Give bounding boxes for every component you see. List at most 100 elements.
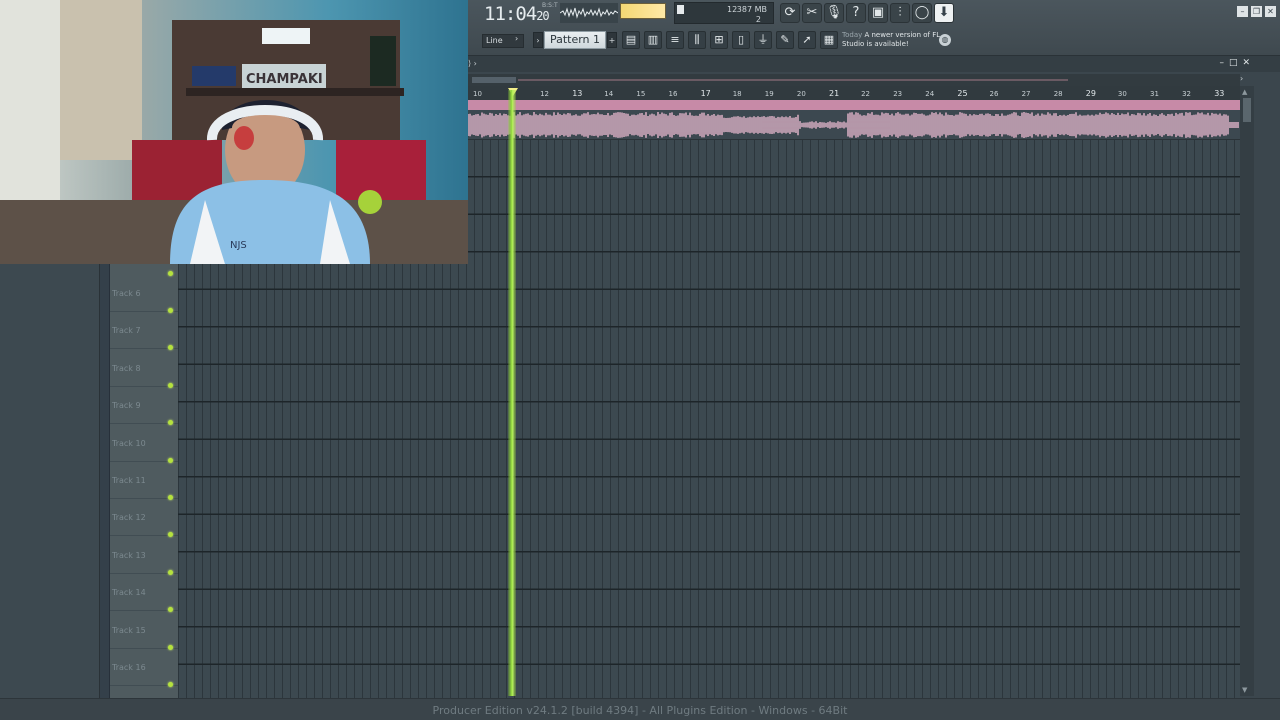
timeline-bar-label: 10 <box>473 90 482 98</box>
cpu-value: 12 <box>727 5 738 14</box>
song-position-display[interactable]: 11:0420 <box>484 3 550 25</box>
horizontal-scrollbar[interactable] <box>468 74 1240 86</box>
playlist-picker-panel[interactable] <box>0 262 100 698</box>
timeline-bar-label: 21 <box>829 89 840 98</box>
news-panel[interactable]: Today A newer version of FL Studio is av… <box>842 31 952 49</box>
webcam-overlay: CHAMPAKI NJS <box>0 0 468 264</box>
piano-roll-icon[interactable]: ▥ <box>644 31 662 49</box>
restore-icon[interactable]: ❐ <box>1251 6 1262 17</box>
minimize-icon[interactable]: – <box>1237 6 1248 17</box>
track-header[interactable]: Track 13 <box>110 537 178 575</box>
track-header[interactable]: Track 6 <box>110 275 178 313</box>
save-icon[interactable]: ▣ <box>868 3 888 23</box>
shop-icon[interactable]: ▦ <box>820 31 838 49</box>
timeline-bar-label: 23 <box>893 90 903 98</box>
timeline-bar-label: 31 <box>1150 90 1159 98</box>
scroll-thumb[interactable] <box>472 77 516 83</box>
timeline-bar-label: 16 <box>668 90 678 98</box>
version-text: Producer Edition v24.1.2 [build 4394] - … <box>432 704 848 717</box>
plugin-picker-icon[interactable]: ▯ <box>732 31 750 49</box>
track-header[interactable]: Track 9 <box>110 387 178 426</box>
pattern-selector[interactable]: Pattern 1 <box>544 31 606 49</box>
news-today-label: Today <box>842 31 863 39</box>
snap-dropdown-icon[interactable]: › <box>515 34 518 43</box>
waveform-path <box>467 112 1239 138</box>
playlist-close-icon[interactable]: ✕ <box>1242 59 1250 68</box>
playlist-titlebar: ⟩ › – □ ✕ <box>468 56 1280 72</box>
chat-icon[interactable]: ◯ <box>912 3 932 23</box>
track-header[interactable]: Track 14 <box>110 574 178 613</box>
record-audio-icon[interactable]: 🎙 <box>824 3 844 23</box>
timeline-bar-label: 20 <box>796 90 806 98</box>
track-mute-led[interactable] <box>168 682 173 687</box>
help-icon[interactable]: ? <box>846 3 866 23</box>
audio-clip-header[interactable] <box>468 100 1240 110</box>
shirt-text: NJS <box>230 240 247 251</box>
plug-icon[interactable]: ⏚ <box>754 31 772 49</box>
timeline-bar-label: 15 <box>636 90 646 98</box>
wall-sign: CHAMPAKI <box>246 72 323 87</box>
track-header[interactable]: Track 8 <box>110 350 178 388</box>
timeline-bar-label: 22 <box>861 90 871 98</box>
tempo-tap-icon[interactable]: ⟳ <box>780 3 800 23</box>
playlist-icon[interactable]: ▤ <box>622 31 640 49</box>
oscilloscope <box>559 3 619 23</box>
track-name: Track 7 <box>112 326 141 336</box>
status-bar: Producer Edition v24.1.2 [build 4394] - … <box>0 698 1280 720</box>
timeline-ruler[interactable]: 10 12 13 14 15 16 17 18 19 20 21 22 23 24 25 26 27 28 29 30… <box>468 86 1240 100</box>
track-name: Track 15 <box>112 625 146 635</box>
globe-icon[interactable]: ◍ <box>939 34 951 46</box>
playhead[interactable] <box>508 90 516 696</box>
screen: { "toolbar": { "clock_main": "11:04", "c… <box>0 0 1280 720</box>
track-name: Track 9 <box>112 401 141 411</box>
scroll-up-icon[interactable]: ▲ <box>1242 88 1247 96</box>
timeline-bar-label: 17 <box>700 89 711 98</box>
channel-rack-icon[interactable]: ≡ <box>666 31 684 49</box>
track-header[interactable]: Track 15 <box>110 612 178 650</box>
vertical-scrollbar[interactable]: ▲ ▼ <box>1240 86 1254 696</box>
cpu-memory-panel: 12 387 MB 2 <box>674 2 774 24</box>
track-header[interactable]: Track 12 <box>110 499 178 538</box>
timeline-bar-label: 28 <box>1053 90 1063 98</box>
audio-waveform <box>467 112 1239 138</box>
close-icon[interactable]: ✕ <box>1265 6 1276 17</box>
touch-keyboard-icon[interactable]: ✎ <box>776 31 794 49</box>
timeline-bar-label: 27 <box>1021 90 1031 98</box>
track-header[interactable]: Track 16 <box>110 649 178 687</box>
zoom-icon[interactable]: › <box>1240 74 1250 84</box>
panel-splitter[interactable] <box>100 262 110 698</box>
timeline-bar-label: 25 <box>957 89 968 98</box>
window-controls: – ❐ ✕ <box>1237 6 1276 17</box>
mixer-icon[interactable]: ⫶ <box>890 3 910 23</box>
timeline-bar-label: 32 <box>1182 90 1192 98</box>
metronome-icon[interactable]: ✂ <box>802 3 822 23</box>
song-overview-line <box>518 79 1068 81</box>
timeline-bar-label: 18 <box>732 90 742 98</box>
pattern-add-icon[interactable]: + <box>607 32 617 48</box>
master-volume-meter[interactable] <box>620 3 666 19</box>
pattern-prev-icon[interactable]: › <box>533 32 543 48</box>
download-icon[interactable]: ⬇ <box>934 3 954 23</box>
cpu-bar <box>677 5 684 14</box>
timeline-bar-label: 12 <box>540 90 550 98</box>
scroll-down-icon[interactable]: ▼ <box>1242 686 1247 694</box>
timeline-bar-label: 19 <box>764 90 774 98</box>
project-picker-icon[interactable]: ➚ <box>798 31 816 49</box>
track-header[interactable]: Track 7 <box>110 312 178 351</box>
playlist-minimize-icon[interactable]: – <box>1219 59 1224 68</box>
mixer-view-icon[interactable]: ⫼ <box>688 31 706 49</box>
audio-clip-track-1[interactable] <box>467 110 1240 140</box>
playlist-maximize-icon[interactable]: □ <box>1229 59 1238 68</box>
vertical-scroll-thumb[interactable] <box>1243 98 1251 122</box>
track-header[interactable]: Track 11 <box>110 462 178 500</box>
playlist-breadcrumb[interactable]: ⟩ › <box>468 59 477 68</box>
track-name: Track 10 <box>112 438 146 448</box>
main-toolbar: 11:0420 B:S:T 12 387 MB 2 ⟳ ✂ 🎙 ? ▣ ⫶ ◯ … <box>468 0 1280 56</box>
track-header[interactable]: Track 10 <box>110 425 178 463</box>
track-name: Track 6 <box>112 289 141 298</box>
timeline-bar-label: 26 <box>989 90 999 98</box>
track-name: Track 14 <box>112 588 146 598</box>
browser-icon[interactable]: ⊞ <box>710 31 728 49</box>
timeline-bar-label: 13 <box>572 89 583 98</box>
playlist-window-controls: – □ ✕ <box>1219 59 1250 68</box>
